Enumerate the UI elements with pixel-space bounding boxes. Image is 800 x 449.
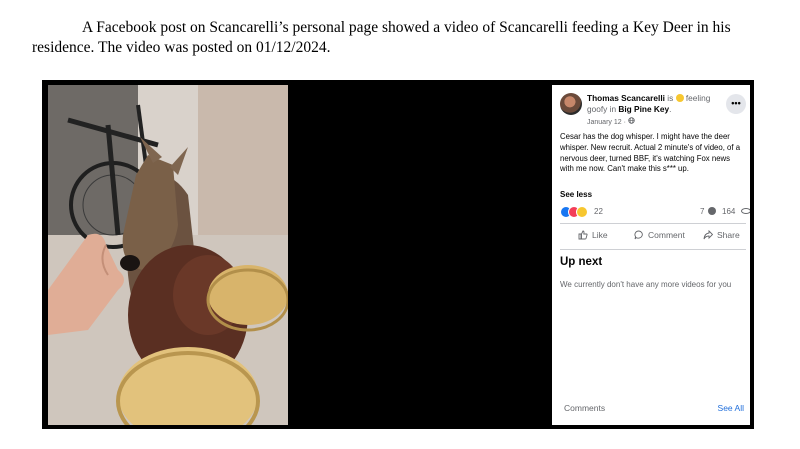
video-frame-image bbox=[48, 85, 288, 425]
comment-button[interactable]: Comment bbox=[634, 230, 685, 240]
comments-tab[interactable]: Comments bbox=[564, 403, 605, 413]
view-count: 164 bbox=[722, 207, 736, 216]
see-all-link[interactable]: See All bbox=[718, 403, 744, 413]
more-icon: ••• bbox=[731, 98, 741, 108]
share-button[interactable]: Share bbox=[703, 230, 740, 240]
avatar[interactable] bbox=[560, 93, 582, 115]
activity-prefix: is bbox=[667, 93, 674, 103]
author-name[interactable]: Thomas Scancarelli bbox=[587, 93, 665, 103]
post-sidebar: Thomas Scancarelli is feeling goofy in B… bbox=[552, 85, 750, 425]
video-player[interactable] bbox=[48, 85, 288, 425]
globe-icon bbox=[628, 117, 635, 124]
up-next-empty-message: We currently don't have any more videos … bbox=[560, 280, 732, 289]
comment-icon bbox=[634, 230, 643, 240]
like-icon bbox=[578, 230, 588, 240]
reaction-summary[interactable]: 22 7 164 bbox=[560, 206, 750, 218]
post-header: Thomas Scancarelli is feeling goofy in B… bbox=[552, 85, 750, 126]
share-icon bbox=[703, 230, 713, 240]
divider bbox=[560, 249, 746, 250]
post-date[interactable]: January 12 · bbox=[587, 117, 635, 126]
see-less-link[interactable]: See less bbox=[560, 190, 592, 199]
document-caption: A Facebook post on Scancarelli’s persona… bbox=[32, 19, 731, 56]
comment-count[interactable]: 7 bbox=[700, 207, 704, 216]
post-date-text: January 12 · bbox=[587, 119, 628, 126]
action-bar: Like Comment Share bbox=[560, 227, 746, 247]
divider bbox=[560, 223, 746, 224]
comment-count-icon bbox=[708, 207, 716, 215]
like-button[interactable]: Like bbox=[578, 230, 608, 240]
location-link[interactable]: Big Pine Key bbox=[618, 104, 669, 114]
author-line: Thomas Scancarelli is feeling goofy in B… bbox=[587, 93, 727, 115]
facebook-video-screenshot: Thomas Scancarelli is feeling goofy in B… bbox=[42, 80, 754, 429]
reaction-count: 22 bbox=[594, 207, 603, 216]
location-suffix: . bbox=[669, 104, 672, 114]
like-label: Like bbox=[592, 230, 608, 240]
up-next-heading: Up next bbox=[560, 256, 603, 268]
comment-label: Comment bbox=[648, 230, 685, 240]
eye-icon bbox=[741, 208, 750, 214]
post-text: Cesar has the dog whisper. I might have … bbox=[560, 132, 741, 174]
more-options-button[interactable]: ••• bbox=[726, 94, 746, 114]
share-label: Share bbox=[717, 230, 740, 240]
feeling-emoji-icon bbox=[675, 94, 684, 102]
care-reaction-icon bbox=[576, 206, 588, 218]
